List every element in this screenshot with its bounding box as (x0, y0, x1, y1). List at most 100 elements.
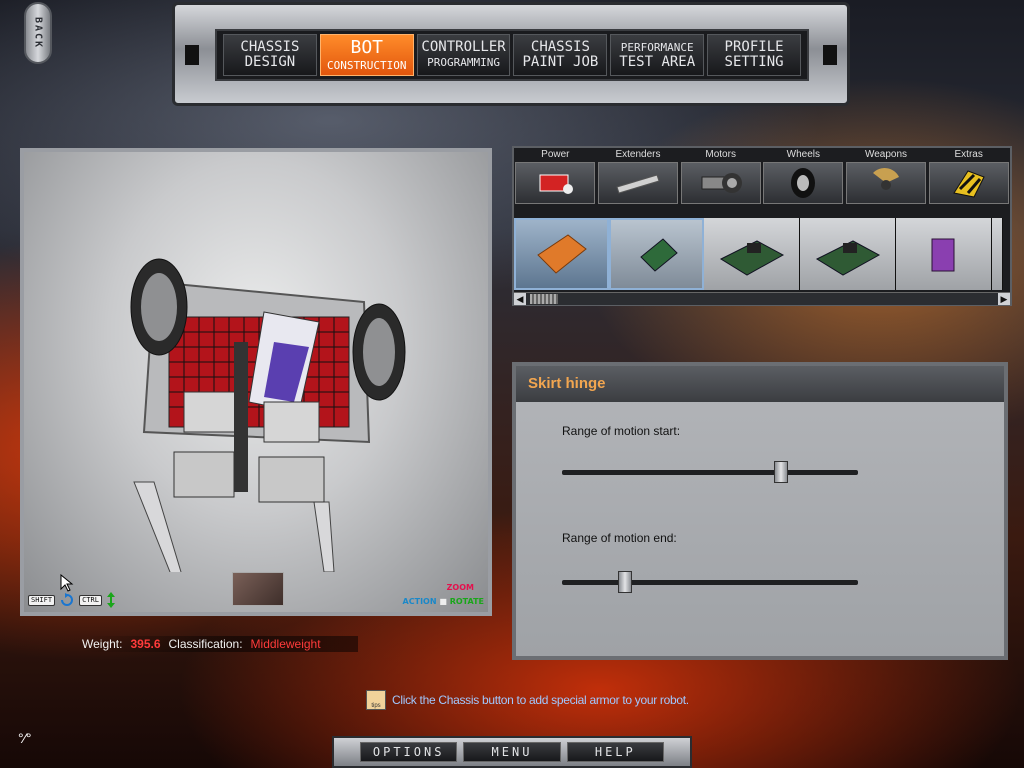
scroll-left-arrow-icon[interactable]: ◀ (514, 293, 526, 305)
part-properties-title: Skirt hinge (516, 366, 1004, 402)
vertical-move-arrow-icon (106, 592, 115, 608)
rotate-arrow-icon (61, 593, 74, 606)
tip-text: Click the Chassis button to add special … (392, 693, 689, 707)
tip-bar: tips Click the Chassis button to add spe… (366, 690, 689, 710)
tab-label-line1: CHASSIS (240, 39, 300, 55)
zoom-hint: ZOOM (446, 583, 474, 592)
tab-controller-programming[interactable]: CONTROLLER PROGRAMMING (416, 34, 511, 76)
tab-bot-construction[interactable]: BOT CONSTRUCTION (319, 34, 414, 76)
range-end-slider[interactable] (562, 571, 858, 593)
part-item[interactable] (704, 218, 800, 290)
part-item[interactable] (896, 218, 992, 290)
range-end-knob[interactable] (618, 571, 633, 593)
tab-chassis-design[interactable]: CHASSIS DESIGN (223, 34, 317, 76)
circuit-board-icon (639, 238, 678, 272)
weight-value: 395.6 (130, 637, 161, 651)
motor-left (183, 391, 240, 433)
tab-label-line1: BOT (350, 36, 383, 58)
settings-dots-icon[interactable]: °∕° (18, 730, 32, 746)
power-icon (515, 162, 596, 204)
orange-controller-icon (536, 234, 587, 274)
category-motors[interactable]: Motors (679, 148, 762, 208)
tab-label-line1: CONTROLLER (421, 39, 506, 55)
scroll-right-arrow-icon[interactable]: ▶ (998, 293, 1010, 305)
part-item-partial[interactable] (992, 218, 1003, 290)
mouse-cursor-icon (60, 574, 74, 592)
wheel-hub-right (363, 318, 395, 386)
category-label: Motors (705, 149, 736, 160)
scroll-thumb[interactable] (530, 294, 558, 304)
view-controls-hint: SHIFT CTRL (28, 592, 116, 608)
category-label: Power (541, 149, 570, 160)
nav-bolt-right (823, 45, 837, 65)
tab-label-line2: DESIGN (244, 54, 296, 70)
tab-label-line2: PROGRAMMING (427, 56, 500, 69)
category-tabs: Power Extenders Motors Wheels Weapons Ex… (514, 148, 1010, 208)
tab-label-line1: PROFILE (724, 39, 784, 55)
classification-value: Middleweight (250, 637, 321, 651)
tips-icon: tips (366, 690, 386, 710)
part-item[interactable] (514, 218, 609, 290)
tab-label-line1: PERFORMANCE (620, 41, 694, 54)
battery-icon (931, 238, 954, 272)
gearbox-left (173, 451, 235, 498)
gearbox-right (258, 456, 325, 503)
options-button[interactable]: OPTIONS (360, 742, 458, 762)
range-start-knob[interactable] (773, 461, 788, 483)
back-button-label: BACK (32, 16, 44, 50)
back-button[interactable]: BACK (24, 2, 52, 64)
category-power[interactable]: Power (514, 148, 597, 208)
category-weapons[interactable]: Weapons (845, 148, 928, 208)
receiver-board-icon (815, 240, 880, 276)
category-label: Extras (954, 149, 983, 160)
tab-profile-setting[interactable]: PROFILE SETTING (707, 34, 801, 76)
range-end-label: Range of motion end: (562, 531, 677, 545)
tab-chassis-paint-job[interactable]: CHASSIS PAINT JOB (513, 34, 608, 76)
tab-label-line2: PAINT JOB (522, 54, 599, 70)
tab-label-line1: CHASSIS (530, 39, 590, 55)
selected-part-thumbnail[interactable] (232, 572, 284, 606)
range-start-label: Range of motion start: (562, 424, 681, 438)
motor-right (263, 401, 320, 443)
tab-label-line2: CONSTRUCTION (327, 58, 407, 72)
category-extras[interactable]: Extras (927, 148, 1010, 208)
top-nav-bar: CHASSIS DESIGN BOT CONSTRUCTION CONTROLL… (172, 2, 850, 106)
rotate-hint: ROTATE (449, 597, 484, 606)
nav-bolt-left (185, 45, 199, 65)
menu-button[interactable]: MENU (463, 742, 561, 762)
help-button[interactable]: HELP (566, 742, 664, 762)
parts-scrollbar[interactable]: ◀ ▶ (514, 292, 1010, 305)
range-start-slider[interactable] (562, 461, 858, 483)
ctrl-key: CTRL (79, 594, 102, 606)
parts-catalog: Power Extenders Motors Wheels Weapons Ex… (512, 146, 1012, 306)
category-label: Wheels (786, 149, 821, 160)
weight-label: Weight: (82, 637, 123, 651)
tab-label-line2: TEST AREA (619, 54, 696, 70)
tab-label-line2: SETTING (724, 54, 784, 70)
spinner-weapon-icon (846, 162, 927, 204)
classification-label: Classification: (168, 637, 243, 651)
tab-performance-test-area[interactable]: PERFORMANCE TEST AREA (610, 34, 705, 76)
shift-key: SHIFT (28, 594, 56, 606)
mouse-icon: ■ (439, 597, 447, 606)
wheel-icon (763, 162, 844, 204)
part-item[interactable] (609, 218, 704, 290)
receiver-board-icon (719, 240, 784, 276)
part-properties-panel: Skirt hinge Range of motion start: Range… (512, 362, 1008, 660)
mouse-controls-hint: ZOOM ACTION ■ ROTATE (402, 583, 484, 606)
action-hint: ACTION (402, 597, 437, 606)
robot-model (130, 258, 406, 572)
skirt-right (313, 501, 335, 572)
top-nav-tabs: CHASSIS DESIGN BOT CONSTRUCTION CONTROLL… (215, 29, 809, 81)
category-wheels[interactable]: Wheels (762, 148, 845, 208)
category-label: Weapons (864, 149, 908, 160)
drive-chain (234, 342, 248, 492)
category-extenders[interactable]: Extenders (597, 148, 680, 208)
bottom-menu-bar: OPTIONS MENU HELP (332, 736, 692, 768)
motor-icon (680, 162, 761, 204)
robot-stats: Weight: 395.6 Classification: Middleweig… (82, 636, 358, 652)
parts-list (514, 218, 1010, 290)
robot-3d-viewport[interactable]: SHIFT CTRL ZOOM ACTION ■ ROTATE (20, 148, 492, 616)
part-item[interactable] (800, 218, 896, 290)
hazard-plate-icon (928, 162, 1009, 204)
